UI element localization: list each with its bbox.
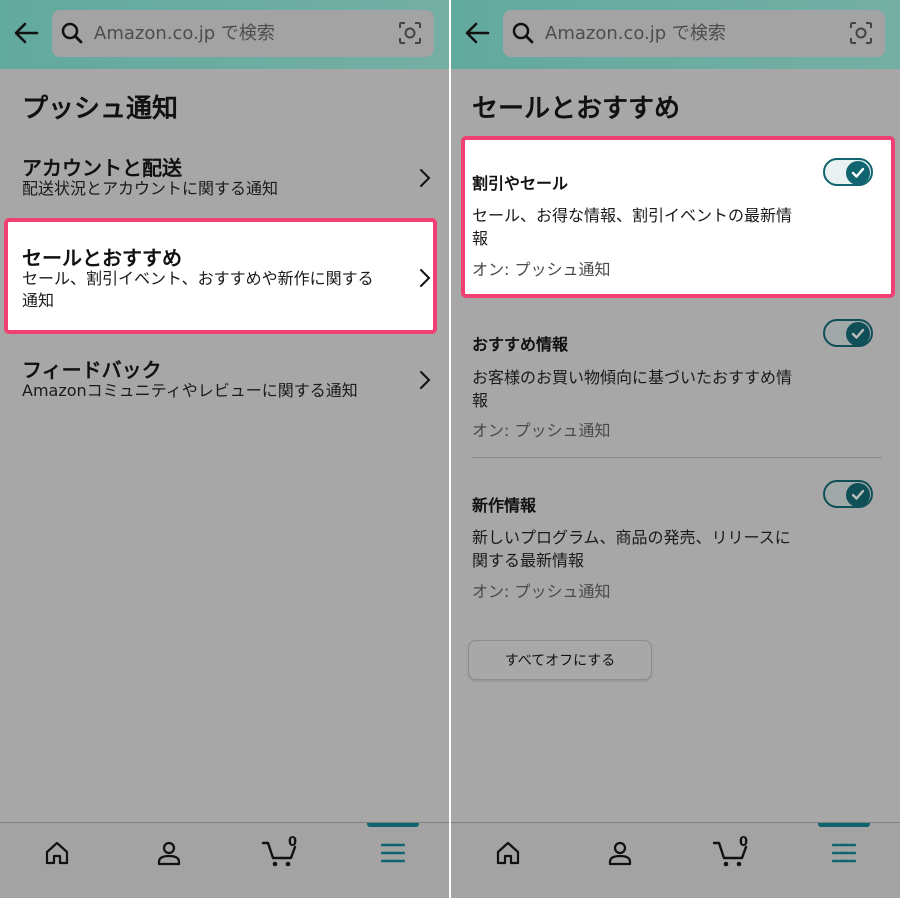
nav-home[interactable] bbox=[27, 833, 87, 873]
active-tab-indicator bbox=[367, 823, 419, 827]
setting-status: オン: プッシュ通知 bbox=[472, 260, 611, 279]
nav-account[interactable] bbox=[139, 833, 199, 873]
camera-search-icon[interactable] bbox=[398, 21, 422, 45]
divider bbox=[472, 457, 882, 458]
account-icon bbox=[157, 841, 181, 866]
setting-title: おすすめ情報 bbox=[472, 335, 569, 354]
search-bar bbox=[503, 10, 885, 57]
row-title: アカウントと配送 bbox=[22, 156, 182, 180]
check-icon bbox=[851, 328, 865, 339]
page-title: セールとおすすめ bbox=[472, 94, 681, 124]
cart-count: 0 bbox=[739, 835, 749, 850]
nav-menu[interactable] bbox=[814, 833, 874, 873]
cart-count: 0 bbox=[288, 835, 298, 850]
back-button[interactable] bbox=[8, 14, 44, 52]
top-bar bbox=[451, 0, 900, 69]
home-icon bbox=[496, 841, 520, 865]
menu-icon bbox=[832, 843, 856, 863]
turn-all-off-button[interactable]: すべてオフにする bbox=[468, 640, 652, 680]
toggle-recommendations[interactable] bbox=[823, 319, 873, 347]
search-bar bbox=[52, 10, 434, 57]
camera-search-icon[interactable] bbox=[849, 21, 873, 45]
setting-description: お客様のお買い物傾向に基づいたおすすめ情報 bbox=[472, 368, 793, 410]
menu-icon bbox=[381, 843, 405, 863]
search-input[interactable] bbox=[94, 18, 384, 48]
chevron-right-icon bbox=[420, 269, 431, 287]
row-feedback[interactable]: フィードバック Amazonコミュニティやレビューに関する通知 bbox=[0, 352, 449, 412]
toggle-discounts-sales[interactable] bbox=[823, 158, 873, 186]
search-icon bbox=[61, 22, 83, 44]
nav-cart[interactable]: 0 bbox=[702, 833, 762, 873]
row-subtitle: セール、割引イベント、おすすめや新作に関する通知 bbox=[22, 269, 374, 310]
row-subtitle: 配送状況とアカウントに関する通知 bbox=[22, 179, 279, 198]
back-button[interactable] bbox=[459, 14, 495, 52]
nav-cart[interactable]: 0 bbox=[251, 833, 311, 873]
left-screen: プッシュ通知 アカウントと配送 配送状況とアカウントに関する通知 セールとおすす… bbox=[0, 0, 449, 898]
nav-menu[interactable] bbox=[363, 833, 423, 873]
setting-title: 新作情報 bbox=[472, 496, 537, 515]
account-icon bbox=[608, 841, 632, 866]
check-icon bbox=[851, 167, 865, 178]
back-arrow-icon bbox=[14, 22, 39, 44]
search-input[interactable] bbox=[545, 18, 835, 48]
back-arrow-icon bbox=[465, 22, 490, 44]
home-icon bbox=[45, 841, 69, 865]
setting-description: セール、お得な情報、割引イベントの最新情報 bbox=[472, 206, 793, 248]
search-icon bbox=[512, 22, 534, 44]
nav-account[interactable] bbox=[590, 833, 650, 873]
setting-title: 割引やセール bbox=[472, 174, 569, 193]
page-title: プッシュ通知 bbox=[22, 94, 179, 124]
check-icon bbox=[851, 489, 865, 500]
row-subtitle: Amazonコミュニティやレビューに関する通知 bbox=[22, 381, 358, 400]
chevron-right-icon bbox=[420, 169, 431, 187]
setting-status: オン: プッシュ通知 bbox=[472, 421, 611, 440]
toggle-new-releases[interactable] bbox=[823, 480, 873, 508]
bottom-nav: 0 bbox=[0, 822, 449, 898]
setting-description: 新しいプログラム、商品の発売、リリースに関する最新情報 bbox=[472, 528, 791, 570]
row-title: セールとおすすめ bbox=[22, 246, 182, 270]
chevron-right-icon bbox=[420, 371, 431, 389]
row-sales-recommendations[interactable]: セールとおすすめ セール、割引イベント、おすすめや新作に関する通知 bbox=[0, 240, 449, 320]
row-account-delivery[interactable]: アカウントと配送 配送状況とアカウントに関する通知 bbox=[0, 150, 449, 210]
right-screen: セールとおすすめ 割引やセール セール、お得な情報、割引イベントの最新情報 オン… bbox=[451, 0, 900, 898]
row-title: フィードバック bbox=[22, 358, 162, 382]
bottom-nav: 0 bbox=[451, 822, 900, 898]
setting-status: オン: プッシュ通知 bbox=[472, 582, 611, 601]
nav-home[interactable] bbox=[478, 833, 538, 873]
active-tab-indicator bbox=[818, 823, 870, 827]
top-bar bbox=[0, 0, 449, 69]
